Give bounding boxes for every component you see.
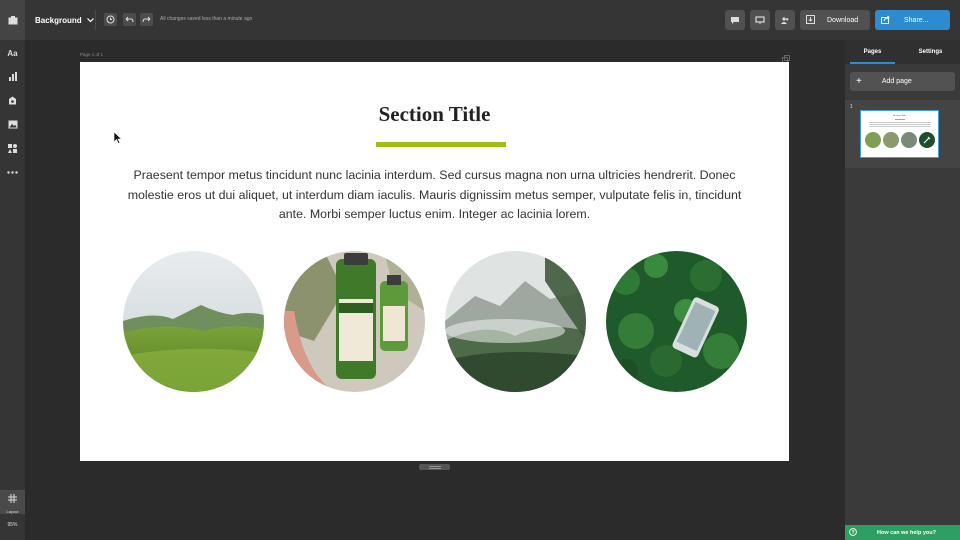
thumbnail-title: Section Title [893, 114, 906, 117]
toolbar-divider [95, 10, 96, 30]
download-icon [806, 14, 815, 26]
tab-settings[interactable]: Settings [903, 40, 958, 64]
selected-check-icon [919, 132, 935, 148]
thumbnail-text-lines [869, 122, 931, 127]
green-hills-photo[interactable] [123, 251, 264, 392]
redo-icon[interactable] [140, 13, 153, 26]
comment-icon[interactable] [725, 10, 745, 30]
collaborators-icon[interactable] [775, 10, 795, 30]
active-tab-indicator [850, 62, 895, 64]
download-button[interactable]: Download [800, 10, 870, 30]
thumbnail-image [883, 132, 899, 148]
page-thumbnail[interactable]: Section Title [860, 110, 939, 158]
image-tool-icon[interactable] [6, 118, 19, 131]
present-icon[interactable] [750, 10, 770, 30]
page-thumbnails: 1 Section Title [845, 100, 960, 168]
maui-moisture-bottles-photo[interactable] [284, 251, 425, 392]
add-page-label: Add page [881, 78, 912, 85]
tab-pages[interactable]: Pages [845, 40, 900, 64]
add-page-button[interactable]: + Add page [850, 72, 955, 91]
page-number: 1 [850, 104, 853, 110]
plus-icon: + [856, 76, 862, 87]
grid-icon [8, 490, 17, 508]
misty-forest-mountain-photo[interactable] [445, 251, 586, 392]
thumbnail-accent-bar [895, 119, 905, 120]
layout-button[interactable]: Layout [0, 490, 25, 514]
brand-kit-icon[interactable] [6, 94, 19, 107]
mouse-cursor-icon [113, 131, 123, 149]
slide-page[interactable]: Section Title Praesent tempor metus tinc… [80, 62, 789, 461]
share-label: Share... [904, 16, 929, 24]
top-toolbar: Background All changes saved less than a… [0, 0, 960, 40]
page-resize-handle[interactable] [419, 464, 450, 470]
svg-text:?: ? [851, 530, 854, 536]
thumbnail-image [865, 132, 881, 148]
history-icon[interactable] [104, 13, 117, 26]
right-panel: Pages Settings + Add page 1 Section Titl… [845, 40, 960, 540]
title-accent-bar[interactable] [376, 142, 506, 147]
background-label: Background [35, 15, 82, 25]
help-icon: ? [849, 527, 857, 538]
layout-label: Layout [6, 509, 19, 514]
download-label: Download [827, 16, 859, 24]
leaves-phone-photo[interactable] [606, 251, 747, 392]
panel-tabs: Pages Settings [845, 40, 960, 64]
save-status: All changes saved less than a minute ago [160, 16, 253, 22]
share-icon [881, 15, 890, 26]
undo-icon[interactable] [123, 13, 136, 26]
chevron-down-icon [86, 16, 94, 25]
elements-icon[interactable] [6, 142, 19, 155]
share-button[interactable]: Share... [875, 10, 950, 30]
zoom-level[interactable]: 95% [0, 522, 25, 528]
section-title[interactable]: Section Title [80, 104, 789, 125]
more-icon[interactable] [6, 166, 19, 179]
chart-tool-icon[interactable] [6, 70, 19, 83]
background-dropdown[interactable]: Background [29, 10, 100, 30]
left-sidebar: Aa [0, 40, 25, 540]
help-label: How can we help you? [877, 529, 936, 536]
home-icon[interactable] [0, 0, 25, 40]
text-tool-icon[interactable]: Aa [6, 47, 19, 60]
body-text[interactable]: Praesent tempor metus tincidunt nunc lac… [115, 166, 754, 225]
page-label: Page 1 of 1 [80, 52, 104, 57]
thumbnail-image [901, 132, 917, 148]
help-chat-bar[interactable]: ? How can we help you? [845, 525, 960, 540]
